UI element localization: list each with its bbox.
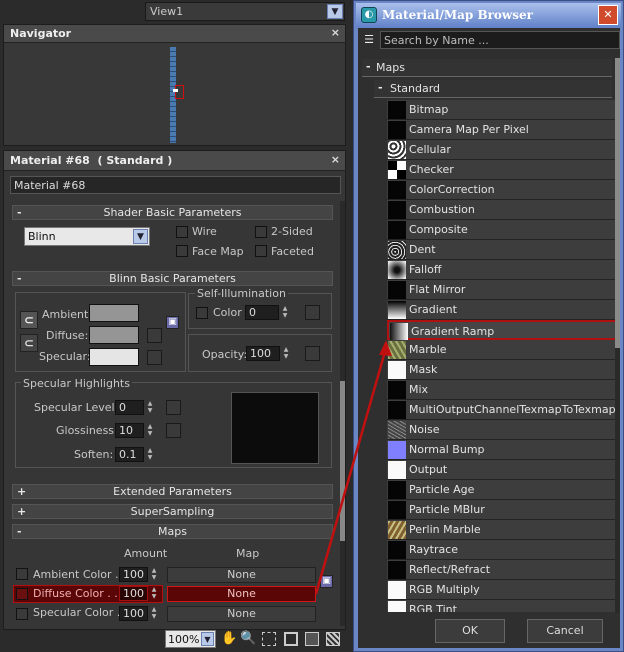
map-list-item-label: Particle Age — [409, 483, 475, 496]
map-list-item-label: Gradient — [409, 303, 457, 316]
map-list-item-label: RGB Tint — [409, 603, 457, 612]
map-thumbnail-icon — [388, 101, 406, 119]
map-thumbnail-icon — [388, 541, 406, 559]
map-list-item-label: Composite — [409, 223, 468, 236]
map-thumbnail-icon — [388, 141, 406, 159]
map-list-item-label: Camera Map Per Pixel — [409, 123, 529, 136]
map-list-item[interactable]: Dent — [387, 240, 617, 260]
map-list-item-label: Perlin Marble — [409, 523, 481, 536]
map-list-item-label: Dent — [409, 243, 436, 256]
map-list-item-label: Combustion — [409, 203, 475, 216]
map-thumbnail-icon — [388, 401, 406, 419]
cancel-label: Cancel — [546, 624, 584, 637]
map-list-item-label: Cellular — [409, 143, 451, 156]
map-thumbnail-icon — [388, 381, 406, 399]
map-list: Bitmap Camera Map Per Pixel Cellular Checke… — [0, 0, 624, 612]
map-thumbnail-icon — [388, 561, 406, 579]
map-list-item-label: Normal Bump — [409, 443, 485, 456]
map-list-item-label: ColorCorrection — [409, 183, 495, 196]
map-thumbnail-icon — [388, 601, 406, 612]
map-thumbnail-icon — [388, 361, 406, 379]
map-list-item-label: Raytrace — [409, 543, 459, 556]
chevron-down-icon[interactable]: ▼ — [201, 632, 214, 646]
pan-hand-icon[interactable]: ✋ — [221, 631, 237, 646]
map-thumbnail-icon — [388, 461, 406, 479]
map-list-item-label: Flat Mirror — [409, 283, 466, 296]
map-list-item[interactable]: ColorCorrection — [387, 180, 617, 200]
zoom-icon[interactable]: 🔍 — [240, 631, 256, 646]
map-thumbnail-icon — [388, 281, 406, 299]
map-list-item-label: Reflect/Refract — [409, 563, 491, 576]
map-list-item-label: Gradient Ramp — [411, 325, 495, 338]
ok-button[interactable]: OK — [435, 619, 505, 643]
map-list-item[interactable]: Gradient — [387, 300, 617, 320]
map-list-item-label: Output — [409, 463, 448, 476]
zoom-value: 100% — [168, 633, 200, 646]
map-thumbnail-icon — [388, 521, 406, 539]
map-list-item-label: Particle MBlur — [409, 503, 485, 516]
map-list-item[interactable]: Falloff — [387, 260, 617, 280]
map-list-item[interactable]: Composite — [387, 220, 617, 240]
map-thumbnail-icon — [388, 121, 406, 139]
map-thumbnail-icon — [388, 261, 406, 279]
map-list-item-label: Checker — [409, 163, 454, 176]
map-thumbnail-icon — [388, 581, 406, 599]
zoom-region-icon[interactable] — [262, 632, 276, 646]
map-list-item[interactable]: Reflect/Refract — [387, 560, 617, 580]
map-list-item-label: Mask — [409, 363, 438, 376]
cancel-button[interactable]: Cancel — [527, 619, 603, 643]
map-list-item[interactable]: RGB Tint — [387, 600, 617, 612]
map-list-item-label: Falloff — [409, 263, 442, 276]
map-list-item[interactable]: Output — [387, 460, 617, 480]
map-thumbnail-icon — [388, 501, 406, 519]
map-thumbnail-icon — [388, 241, 406, 259]
map-thumbnail-icon — [388, 481, 406, 499]
map-list-item-label: RGB Multiply — [409, 583, 480, 596]
map-thumbnail-icon — [388, 441, 406, 459]
map-thumbnail-icon — [388, 161, 406, 179]
map-list-item-label: Bitmap — [409, 103, 449, 116]
map-list-item[interactable]: Cellular — [387, 140, 617, 160]
map-list-item[interactable]: Marble — [387, 340, 617, 360]
map-list-item[interactable]: RGB Multiply — [387, 580, 617, 600]
map-list-item[interactable]: Flat Mirror — [387, 280, 617, 300]
map-thumbnail-icon — [388, 341, 406, 359]
zoom-extents-icon[interactable] — [284, 632, 298, 646]
map-list-item[interactable]: Gradient Ramp — [387, 320, 617, 341]
map-list-item-label: Noise — [409, 423, 440, 436]
map-list-item[interactable]: Bitmap — [387, 100, 617, 120]
map-list-item[interactable]: Mix — [387, 380, 617, 400]
zoom-select[interactable]: 100% ▼ — [165, 630, 216, 648]
map-list-item[interactable]: Mask — [387, 360, 617, 380]
map-thumbnail-icon — [390, 323, 408, 341]
list-scrollbar-thumb[interactable] — [615, 58, 620, 348]
map-list-item-label: Marble — [409, 343, 447, 356]
map-list-item-label: Mix — [409, 383, 429, 396]
map-list-item-label: MultiOutputChannelTexmapToTexmap — [409, 403, 616, 416]
map-list-item[interactable]: Camera Map Per Pixel — [387, 120, 617, 140]
map-thumbnail-icon — [388, 301, 406, 319]
zoom-selected-icon[interactable] — [305, 632, 319, 646]
map-list-item[interactable]: Normal Bump — [387, 440, 617, 460]
map-list-item[interactable]: Checker — [387, 160, 617, 180]
map-list-item[interactable]: Perlin Marble — [387, 520, 617, 540]
map-list-item[interactable]: Combustion — [387, 200, 617, 220]
map-list-item[interactable]: Particle MBlur — [387, 500, 617, 520]
map-list-item[interactable]: Particle Age — [387, 480, 617, 500]
map-thumbnail-icon — [388, 181, 406, 199]
map-list-item[interactable]: MultiOutputChannelTexmapToTexmap — [387, 400, 617, 420]
layout-icon[interactable] — [326, 632, 340, 646]
map-thumbnail-icon — [388, 221, 406, 239]
map-thumbnail-icon — [388, 421, 406, 439]
ok-label: OK — [462, 624, 478, 637]
map-list-item[interactable]: Noise — [387, 420, 617, 440]
map-thumbnail-icon — [388, 201, 406, 219]
map-list-item[interactable]: Raytrace — [387, 540, 617, 560]
